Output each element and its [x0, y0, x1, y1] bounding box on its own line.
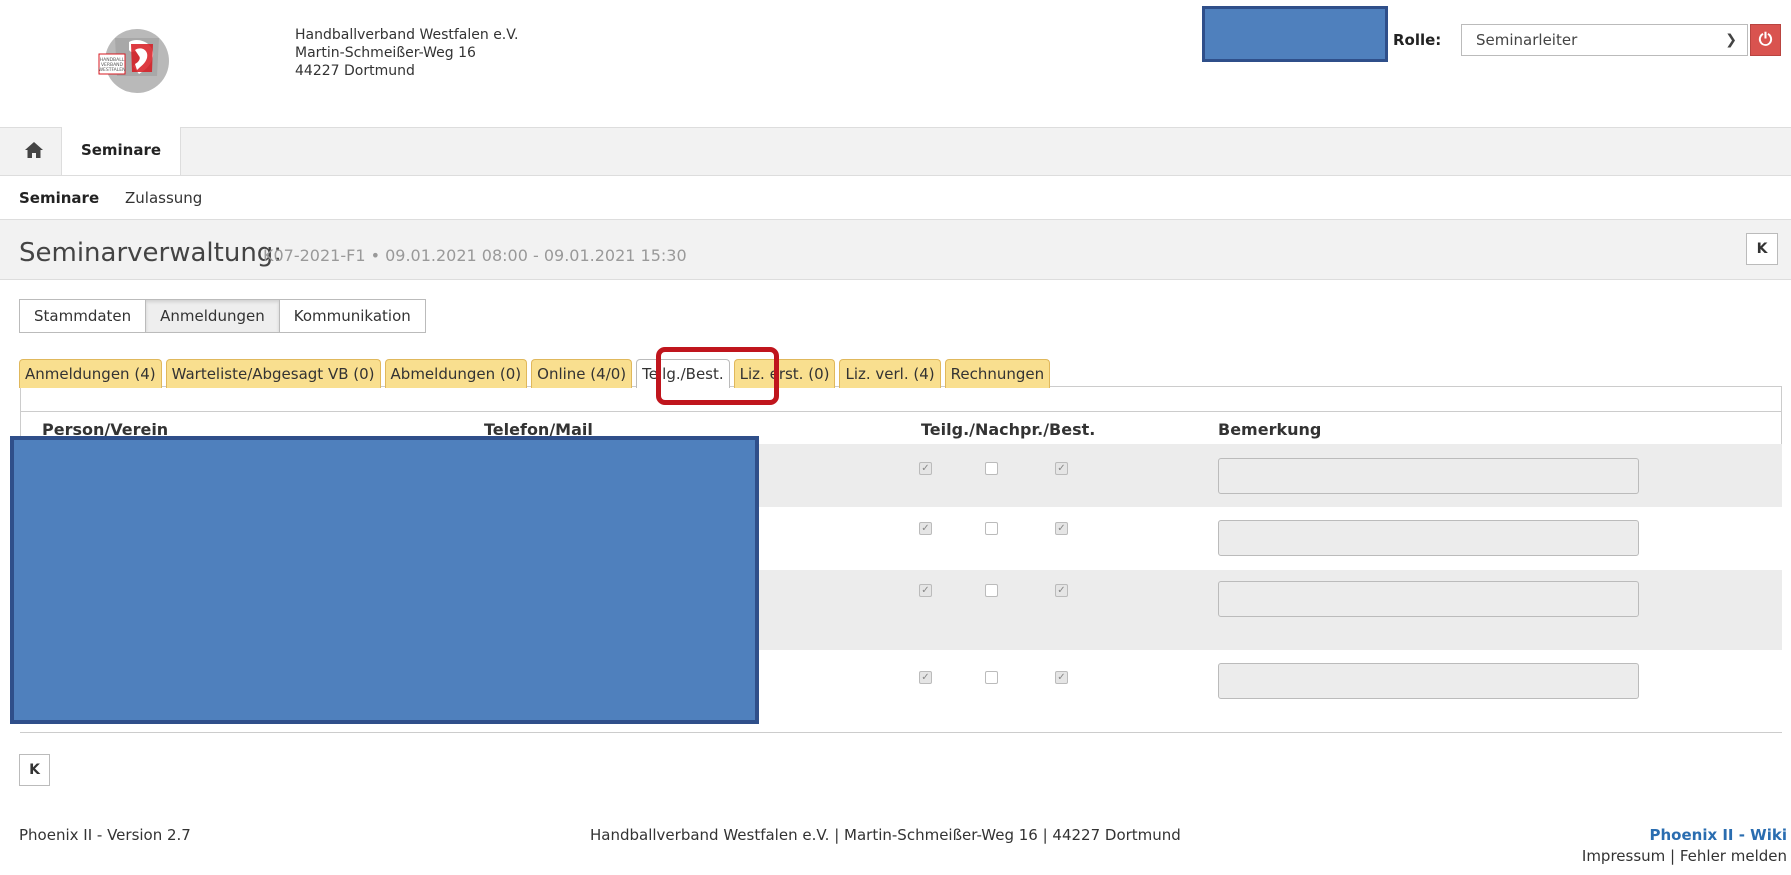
footer-links[interactable]: Impressum | Fehler melden: [1582, 847, 1787, 865]
nachpr-checkbox[interactable]: [985, 671, 998, 684]
nachpr-checkbox[interactable]: [985, 584, 998, 597]
logout-button[interactable]: ⏻: [1750, 24, 1781, 56]
first-page-button-bottom[interactable]: K: [19, 754, 50, 786]
subtab-online[interactable]: Online (4/0): [531, 359, 633, 388]
org-street: Martin-Schmeißer-Weg 16: [295, 45, 476, 61]
subnav-item-zulassung[interactable]: Zulassung: [125, 189, 202, 207]
col-header-remark: Bemerkung: [1218, 420, 1322, 439]
seminar-info: K07-2021-F1 • 09.01.2021 08:00 - 09.01.2…: [263, 246, 687, 265]
redacted-person-data: [10, 436, 759, 724]
role-select-value: Seminarleiter: [1476, 31, 1578, 49]
best-checkbox[interactable]: ✓: [1055, 671, 1068, 684]
teilg-checkbox[interactable]: ✓: [919, 522, 932, 535]
subnav-item-seminare[interactable]: Seminare: [19, 189, 99, 207]
footer-version: Phoenix II - Version 2.7: [19, 826, 191, 844]
first-page-button[interactable]: K: [1746, 233, 1778, 265]
teilg-checkbox[interactable]: ✓: [919, 584, 932, 597]
nachpr-checkbox[interactable]: [985, 462, 998, 475]
home-icon[interactable]: [24, 140, 44, 160]
tab-kommunikation[interactable]: Kommunikation: [279, 300, 425, 332]
power-icon: ⏻: [1758, 30, 1773, 50]
subtab-liz-verl[interactable]: Liz. verl. (4): [839, 359, 941, 388]
tab-seminare[interactable]: Seminare: [61, 127, 181, 175]
best-checkbox[interactable]: ✓: [1055, 462, 1068, 475]
org-city: 44227 Dortmund: [295, 63, 415, 79]
teilg-checkbox[interactable]: ✓: [919, 671, 932, 684]
org-address: Handballverband Westfalen e.V. Martin-Sc…: [295, 26, 518, 80]
org-logo: HANDBALL VERBAND WESTFALEN: [98, 29, 169, 93]
col-header-flags: Teilg./Nachpr./Best.: [921, 420, 1096, 439]
role-select[interactable]: Seminarleiter ❯: [1461, 24, 1748, 56]
chevron-down-icon: ❯: [1725, 32, 1737, 48]
page-title: Seminarverwaltung:: [19, 238, 283, 268]
wiki-link[interactable]: Phoenix II - Wiki: [1649, 826, 1787, 844]
nachpr-checkbox[interactable]: [985, 522, 998, 535]
tab-anmeldungen[interactable]: Anmeldungen: [146, 300, 280, 332]
remark-input[interactable]: [1218, 458, 1639, 494]
remark-input[interactable]: [1218, 520, 1639, 556]
tab-stammdaten[interactable]: Stammdaten: [20, 300, 147, 332]
remark-input[interactable]: [1218, 581, 1639, 617]
logo-line-3: WESTFALEN: [99, 67, 126, 73]
main-tabs: Stammdaten Anmeldungen Kommunikation: [19, 299, 426, 333]
role-label: Rolle:: [1393, 31, 1442, 49]
top-navigation: [0, 127, 1791, 176]
highlight-annotation: [656, 347, 779, 405]
best-checkbox[interactable]: ✓: [1055, 522, 1068, 535]
subtab-rechnungen[interactable]: Rechnungen: [944, 359, 1051, 388]
footer-address: Handballverband Westfalen e.V. | Martin-…: [590, 826, 1181, 844]
subtab-warteliste[interactable]: Warteliste/Abgesagt VB (0): [165, 359, 381, 388]
subtab-anmeldungen[interactable]: Anmeldungen (4): [19, 359, 162, 388]
subtab-abmeldungen[interactable]: Abmeldungen (0): [384, 359, 528, 388]
sub-tabs: Anmeldungen (4) Warteliste/Abgesagt VB (…: [19, 359, 1051, 389]
remark-input[interactable]: [1218, 663, 1639, 699]
org-name: Handballverband Westfalen e.V.: [295, 27, 519, 43]
best-checkbox[interactable]: ✓: [1055, 584, 1068, 597]
redacted-user-block: [1202, 6, 1388, 62]
teilg-checkbox[interactable]: ✓: [919, 462, 932, 475]
